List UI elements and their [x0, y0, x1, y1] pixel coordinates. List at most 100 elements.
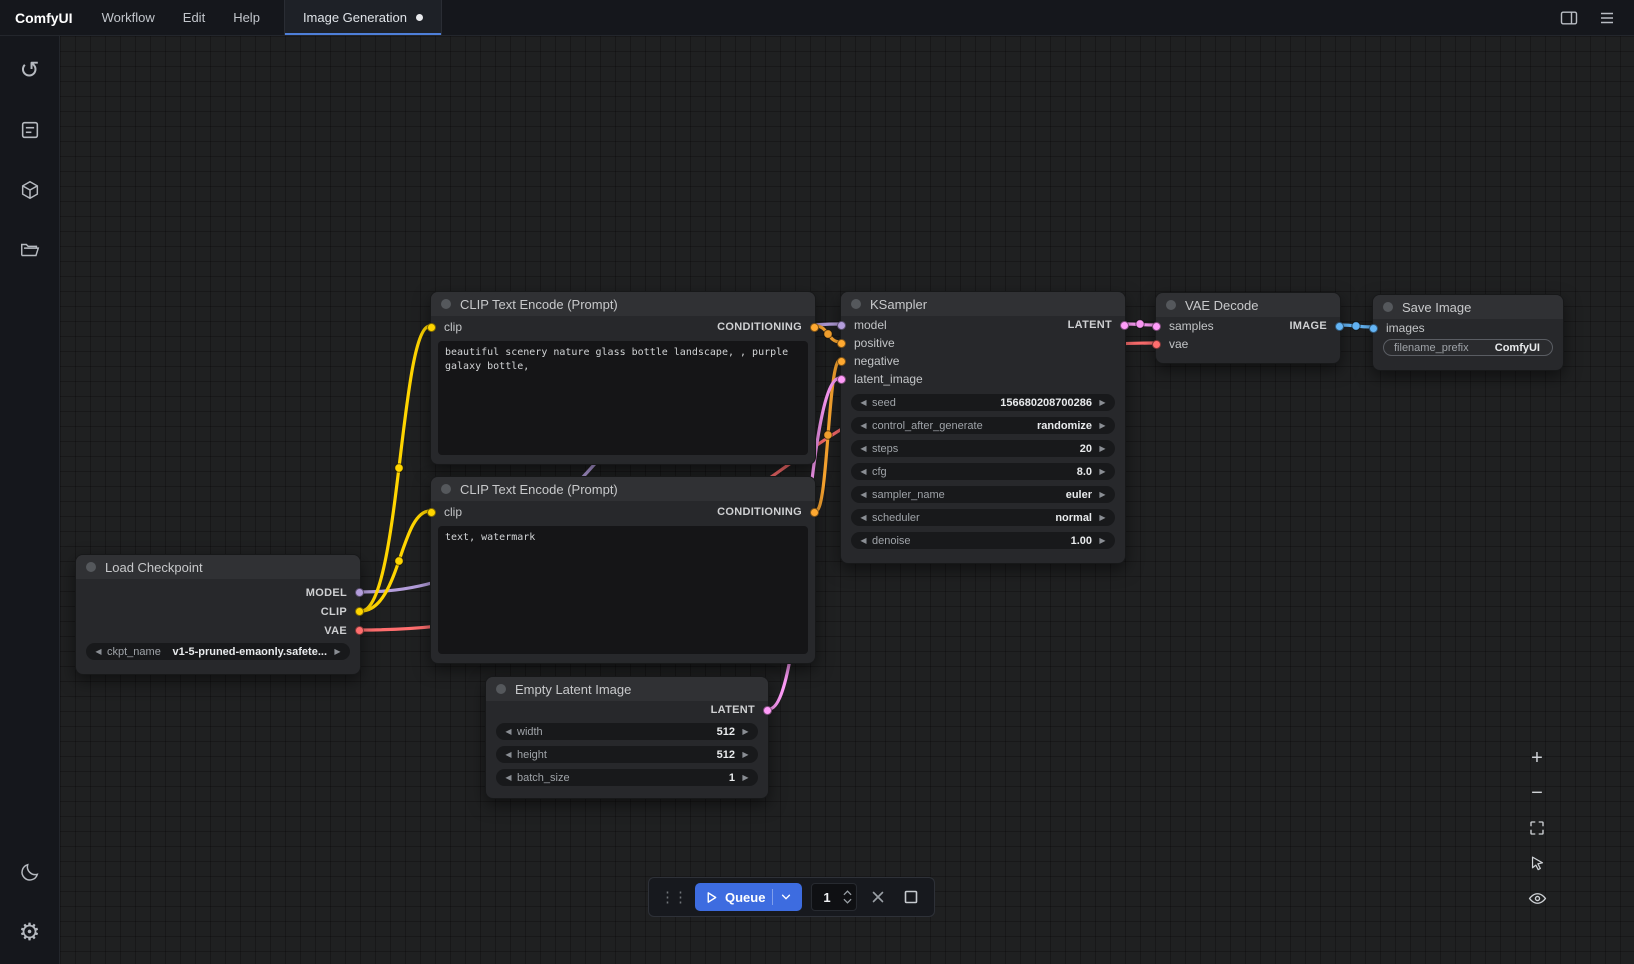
- output-slot-conditioning[interactable]: [810, 508, 819, 517]
- decrement-icon[interactable]: ◀: [503, 727, 514, 736]
- widget-filename-prefix[interactable]: filename_prefix ComfyUI: [1383, 339, 1553, 356]
- increment-icon[interactable]: ▶: [332, 647, 343, 656]
- widget-sampler-name[interactable]: ◀ sampler_name euler ▶: [851, 486, 1115, 503]
- menu-help[interactable]: Help: [219, 0, 274, 35]
- decrement-icon[interactable]: ◀: [503, 750, 514, 759]
- clear-queue-button[interactable]: [866, 885, 890, 909]
- collapse-dot-icon[interactable]: [1383, 302, 1393, 312]
- node-header[interactable]: CLIP Text Encode (Prompt): [431, 292, 815, 316]
- output-slot-latent[interactable]: [763, 706, 772, 715]
- node-load-checkpoint[interactable]: Load Checkpoint MODEL CLIP VAE ◀ ckpt_na…: [75, 554, 361, 675]
- increment-icon[interactable]: ▶: [740, 773, 751, 782]
- decrement-icon[interactable]: ◀: [858, 467, 869, 476]
- decrement-icon[interactable]: ◀: [858, 398, 869, 407]
- widget-height[interactable]: ◀ height 512 ▶: [496, 746, 758, 763]
- increment-icon[interactable]: ▶: [740, 727, 751, 736]
- increment-icon[interactable]: ▶: [1097, 513, 1108, 522]
- input-slot-latent-image[interactable]: [837, 375, 846, 384]
- interrupt-button[interactable]: [899, 885, 923, 909]
- input-slot-positive[interactable]: [837, 339, 846, 348]
- decrement-icon[interactable]: ◀: [93, 647, 104, 656]
- collapse-dot-icon[interactable]: [1166, 300, 1176, 310]
- collapse-dot-icon[interactable]: [86, 562, 96, 572]
- output-slot-conditioning[interactable]: [810, 323, 819, 332]
- output-slot-vae[interactable]: [355, 626, 364, 635]
- chevron-down-icon[interactable]: [780, 891, 792, 903]
- increment-icon[interactable]: ▶: [1097, 536, 1108, 545]
- widget-width[interactable]: ◀ width 512 ▶: [496, 723, 758, 740]
- collapse-dot-icon[interactable]: [851, 299, 861, 309]
- node-clip-text-encode-negative[interactable]: CLIP Text Encode (Prompt) clip CONDITION…: [430, 476, 816, 664]
- output-slot-image[interactable]: [1335, 322, 1344, 331]
- decrement-icon[interactable]: ◀: [858, 536, 869, 545]
- toggle-visibility-button[interactable]: [1520, 882, 1554, 914]
- increment-icon[interactable]: ▶: [1097, 421, 1108, 430]
- node-header[interactable]: CLIP Text Encode (Prompt): [431, 477, 815, 501]
- step-up-icon[interactable]: [843, 890, 852, 896]
- batch-count-input[interactable]: 1: [811, 883, 857, 911]
- node-clip-text-encode-positive[interactable]: CLIP Text Encode (Prompt) clip CONDITION…: [430, 291, 816, 465]
- widget-batch-size[interactable]: ◀ batch_size 1 ▶: [496, 769, 758, 786]
- workflows-browser-button[interactable]: [8, 228, 52, 272]
- panel-toggle-icon[interactable]: [1554, 3, 1584, 33]
- widget-seed[interactable]: ◀ seed 156680208700286 ▶: [851, 394, 1115, 411]
- decrement-icon[interactable]: ◀: [858, 490, 869, 499]
- tab-image-generation[interactable]: Image Generation: [285, 0, 442, 35]
- node-header[interactable]: Save Image: [1373, 295, 1563, 319]
- decrement-icon[interactable]: ◀: [858, 444, 869, 453]
- decrement-icon[interactable]: ◀: [858, 513, 869, 522]
- fit-view-button[interactable]: [1520, 812, 1554, 844]
- input-slot-negative[interactable]: [837, 357, 846, 366]
- widget-denoise[interactable]: ◀ denoise 1.00 ▶: [851, 532, 1115, 549]
- increment-icon[interactable]: ▶: [1097, 467, 1108, 476]
- widget-steps[interactable]: ◀ steps 20 ▶: [851, 440, 1115, 457]
- output-slot-model[interactable]: [355, 588, 364, 597]
- input-slot-images[interactable]: [1369, 324, 1378, 333]
- theme-toggle-button[interactable]: [8, 850, 52, 894]
- zoom-out-button[interactable]: −: [1520, 777, 1554, 809]
- collapse-dot-icon[interactable]: [496, 684, 506, 694]
- input-slot-samples[interactable]: [1152, 322, 1161, 331]
- menu-edit[interactable]: Edit: [169, 0, 219, 35]
- menu-workflow[interactable]: Workflow: [88, 0, 169, 35]
- increment-icon[interactable]: ▶: [740, 750, 751, 759]
- input-slot-vae[interactable]: [1152, 340, 1161, 349]
- input-slot-clip[interactable]: [427, 323, 436, 332]
- queue-button[interactable]: Queue: [695, 883, 802, 911]
- select-mode-button[interactable]: [1520, 847, 1554, 879]
- node-ksampler[interactable]: KSampler model LATENT positive negative …: [840, 291, 1126, 564]
- increment-icon[interactable]: ▶: [1097, 398, 1108, 407]
- input-slot-model[interactable]: [837, 321, 846, 330]
- input-slot-clip[interactable]: [427, 508, 436, 517]
- increment-icon[interactable]: ▶: [1097, 490, 1108, 499]
- output-slot-latent[interactable]: [1120, 321, 1129, 330]
- prompt-textarea[interactable]: beautiful scenery nature glass bottle la…: [438, 341, 808, 455]
- node-header[interactable]: Load Checkpoint: [76, 555, 360, 579]
- widget-cfg[interactable]: ◀ cfg 8.0 ▶: [851, 463, 1115, 480]
- decrement-icon[interactable]: ◀: [503, 773, 514, 782]
- batch-count-value[interactable]: 1: [812, 890, 841, 905]
- queue-log-button[interactable]: [8, 108, 52, 152]
- hamburger-menu-icon[interactable]: [1592, 3, 1622, 33]
- workflow-history-button[interactable]: ↺: [8, 48, 52, 92]
- drag-handle-icon[interactable]: ⋮⋮: [660, 890, 686, 905]
- prompt-textarea[interactable]: text, watermark: [438, 526, 808, 654]
- node-header[interactable]: VAE Decode: [1156, 293, 1340, 317]
- model-library-button[interactable]: [8, 168, 52, 212]
- widget-scheduler[interactable]: ◀ scheduler normal ▶: [851, 509, 1115, 526]
- node-header[interactable]: Empty Latent Image: [486, 677, 768, 701]
- widget-ckpt-name[interactable]: ◀ ckpt_name v1-5-pruned-emaonly.safete..…: [86, 643, 350, 660]
- collapse-dot-icon[interactable]: [441, 484, 451, 494]
- decrement-icon[interactable]: ◀: [858, 421, 869, 430]
- node-header[interactable]: KSampler: [841, 292, 1125, 316]
- zoom-in-button[interactable]: +: [1520, 742, 1554, 774]
- node-vae-decode[interactable]: VAE Decode samples IMAGE vae: [1155, 292, 1341, 364]
- collapse-dot-icon[interactable]: [441, 299, 451, 309]
- step-down-icon[interactable]: [843, 898, 852, 904]
- settings-button[interactable]: ⚙: [8, 910, 52, 954]
- output-slot-clip[interactable]: [355, 607, 364, 616]
- node-save-image[interactable]: Save Image images filename_prefix ComfyU…: [1372, 294, 1564, 371]
- node-empty-latent-image[interactable]: Empty Latent Image LATENT ◀ width 512 ▶ …: [485, 676, 769, 799]
- increment-icon[interactable]: ▶: [1097, 444, 1108, 453]
- widget-control-after-generate[interactable]: ◀ control_after_generate randomize ▶: [851, 417, 1115, 434]
